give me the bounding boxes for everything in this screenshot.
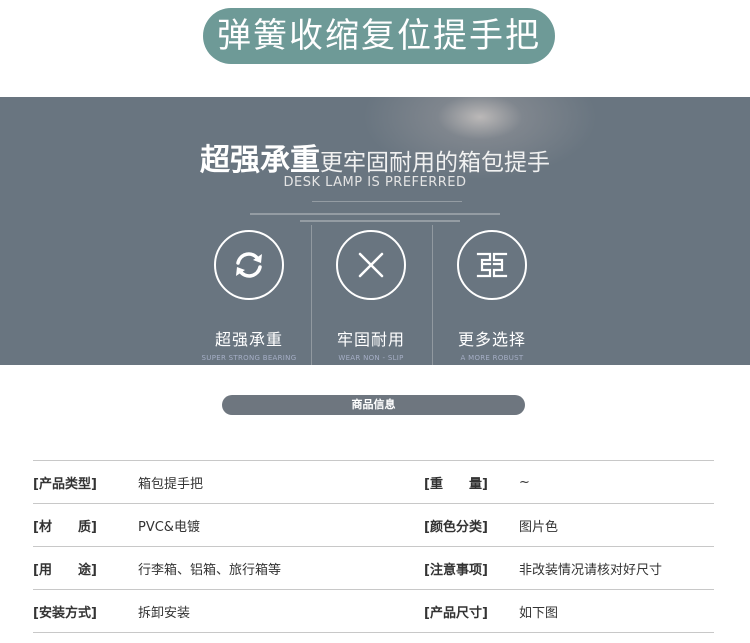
feature-item: 牢固耐用 WEAR NON - SLIP: [301, 230, 441, 362]
spec-value: ~: [519, 460, 714, 504]
banner-subtitle: DESK LAMP IS PREFERRED: [283, 175, 467, 190]
table-row: [产品类型] 箱包提手把 [重 量] ~: [33, 460, 714, 504]
table-row: [材 质] PVC&电镀 [颜色分类] 图片色: [33, 503, 714, 547]
feature-item: 更多选择 A MORE ROBUST: [422, 230, 562, 362]
spec-value: 拆卸安装: [138, 589, 424, 633]
refresh-icon: [236, 252, 262, 278]
spec-label: [用 途]: [33, 546, 138, 590]
spec-table: [产品类型] 箱包提手把 [重 量] ~ [材 质] PVC&电镀 [颜色分类]…: [33, 460, 714, 633]
spec-value: PVC&电镀: [138, 503, 424, 547]
headline-light: 更牢固耐用的箱包提手: [320, 150, 550, 176]
spec-label: [产品类型]: [33, 460, 138, 504]
spec-value: 非改装情况请核对好尺寸: [519, 546, 714, 590]
section-title: 商品信息: [222, 395, 525, 415]
feature-label: 超强承重: [214, 330, 283, 349]
feature-label: 牢固耐用: [336, 330, 405, 349]
spec-label: [材 质]: [33, 503, 138, 547]
spec-value: 如下图: [519, 589, 714, 633]
feature-icon-circle: [336, 230, 406, 300]
spec-label: [颜色分类]: [424, 503, 519, 547]
feature-item: 超强承重 SUPER STRONG BEARING: [179, 230, 319, 362]
pattern-icon: [476, 252, 508, 278]
feature-sublabel: SUPER STRONG BEARING: [201, 354, 297, 362]
feature-banner: 超强承重更牢固耐用的箱包提手 DESK LAMP IS PREFERRED 超强…: [0, 97, 750, 365]
headline-strong: 超强承重: [200, 143, 320, 178]
spec-label: [注意事项]: [424, 546, 519, 590]
page-title: 弹簧收缩复位提手把: [203, 8, 555, 64]
table-row: [用 途] 行李箱、铝箱、旅行箱等 [注意事项] 非改装情况请核对好尺寸: [33, 546, 714, 590]
spec-label: [重 量]: [424, 460, 519, 504]
feature-sublabel: WEAR NON - SLIP: [338, 354, 404, 362]
decorative-fine-text: [300, 220, 460, 222]
feature-label: 更多选择: [457, 330, 526, 349]
banner-headline: 超强承重更牢固耐用的箱包提手: [0, 135, 750, 179]
table-row: [安装方式] 拆卸安装 [产品尺寸] 如下图: [33, 589, 714, 633]
spec-value: 箱包提手把: [138, 460, 424, 504]
spec-label: [安装方式]: [33, 589, 138, 633]
close-icon: [358, 252, 384, 278]
decorative-fine-text: [312, 201, 462, 202]
spec-value: 图片色: [519, 503, 714, 547]
spec-value: 行李箱、铝箱、旅行箱等: [138, 546, 424, 590]
feature-icon-circle: [457, 230, 527, 300]
feature-sublabel: A MORE ROBUST: [460, 354, 524, 362]
spec-label: [产品尺寸]: [424, 589, 519, 633]
feature-icon-circle: [214, 230, 284, 300]
decorative-fine-text: [250, 213, 500, 215]
